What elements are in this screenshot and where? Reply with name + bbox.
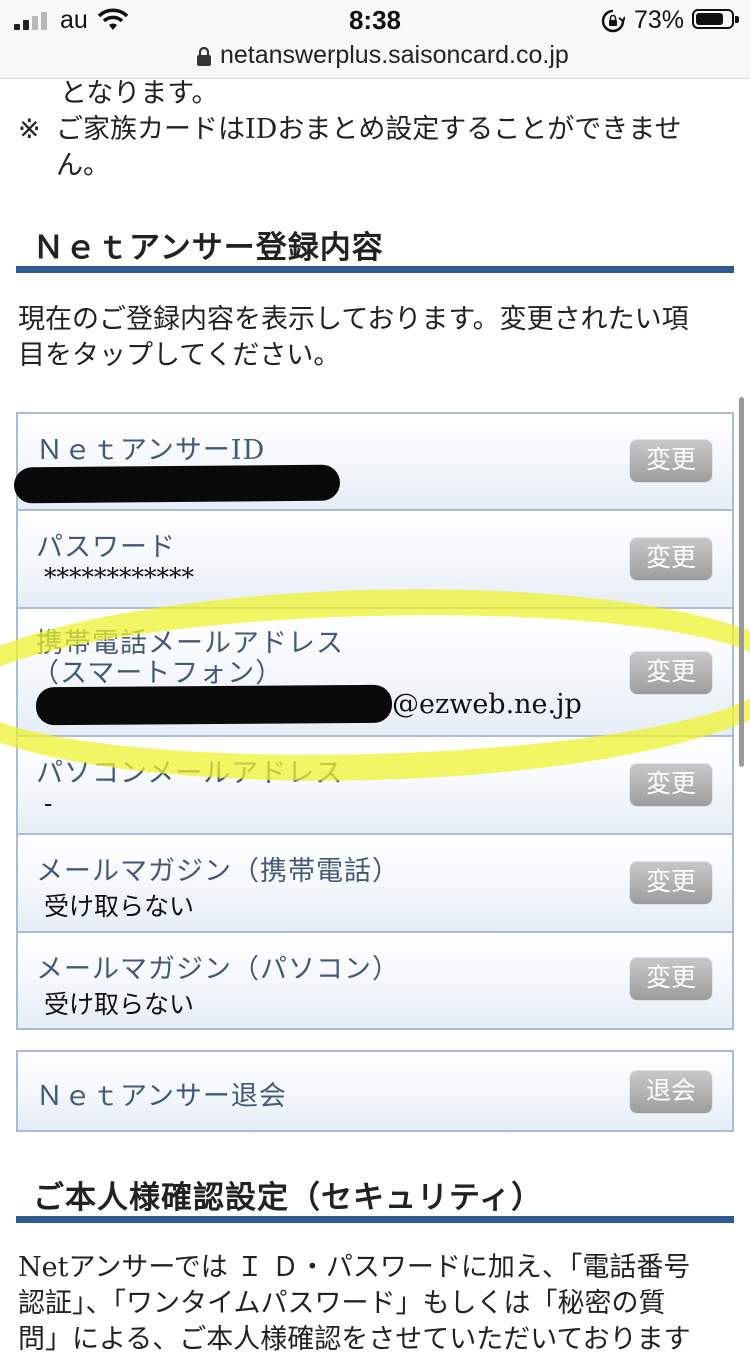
row-value: - bbox=[44, 789, 53, 818]
redacted-id bbox=[13, 464, 341, 504]
row-value: @ezweb.ne.jp bbox=[392, 689, 582, 720]
battery-percent: 73% bbox=[634, 6, 685, 34]
change-button-pc-email[interactable]: 変更 bbox=[630, 763, 712, 805]
address-bar[interactable]: netanswerplus.saisoncard.co.jp bbox=[0, 40, 750, 79]
withdraw-button[interactable]: 退会 bbox=[630, 1070, 712, 1112]
section-divider bbox=[16, 266, 734, 273]
change-button-mailmag-pc[interactable]: 変更 bbox=[630, 957, 712, 999]
row-mailmag-pc[interactable]: メールマガジン（パソコン） 受け取らない 変更 bbox=[18, 933, 732, 1028]
note-line-0: となります。 bbox=[60, 78, 219, 109]
withdraw-label: Ｎｅｔアンサー退会 bbox=[36, 1081, 287, 1112]
row-value: 受け取らない bbox=[44, 892, 195, 921]
scrollbar[interactable] bbox=[739, 397, 744, 767]
change-button-id[interactable]: 変更 bbox=[630, 439, 712, 481]
battery-icon bbox=[692, 9, 739, 29]
row-label-sub: （スマートフォン） bbox=[32, 658, 284, 689]
lock-icon bbox=[197, 46, 211, 66]
row-label: メールマガジン（携帯電話） bbox=[36, 856, 400, 887]
rotation-lock-icon bbox=[601, 9, 625, 33]
section-description-2: 目をタップしてください。 bbox=[18, 340, 341, 371]
note-mark: ※ bbox=[18, 114, 41, 145]
change-button-mobile-email[interactable]: 変更 bbox=[630, 651, 712, 693]
section-divider bbox=[16, 1216, 734, 1223]
status-bar: au 8:38 73% bbox=[0, 0, 750, 40]
security-text-2: 認証」、「ワンタイムパスワード」もしくは「秘密の質 bbox=[18, 1288, 666, 1319]
url-text: netanswerplus.saisoncard.co.jp bbox=[220, 41, 569, 69]
security-text-3: 問」による、ご本人様確認をさせていただいております bbox=[18, 1324, 691, 1355]
redacted-email bbox=[35, 684, 393, 726]
row-pc-email[interactable]: パソコンメールアドレス - 変更 bbox=[18, 737, 732, 833]
change-button-password[interactable]: 変更 bbox=[630, 537, 712, 579]
row-mailmag-mobile[interactable]: メールマガジン（携帯電話） 受け取らない 変更 bbox=[18, 835, 732, 931]
row-value: 受け取らない bbox=[44, 990, 195, 1019]
row-value: ************ bbox=[44, 563, 194, 592]
change-button-mailmag-mobile[interactable]: 変更 bbox=[630, 861, 712, 903]
row-label: メールマガジン（パソコン） bbox=[36, 954, 400, 985]
section-description-1: 現在のご登録内容を表示しております。変更されたい項 bbox=[18, 304, 689, 335]
note-line-2: ん。 bbox=[56, 150, 110, 181]
row-withdraw[interactable]: Ｎｅｔアンサー退会 退会 bbox=[18, 1052, 732, 1130]
section-title-registration: Ｎｅｔアンサー登録内容 bbox=[33, 230, 384, 266]
security-text-1: Netアンサーでは Ｉ Ｄ・パスワードに加え、「電話番号 bbox=[18, 1252, 691, 1283]
row-password[interactable]: パスワード ************ 変更 bbox=[18, 511, 732, 607]
note-line-1: ご家族カードはIDおまとめ設定することができませ bbox=[56, 114, 682, 145]
row-label: パソコンメールアドレス bbox=[36, 758, 344, 789]
row-label: ＮｅｔアンサーID bbox=[36, 435, 266, 466]
withdraw-panel: Ｎｅｔアンサー退会 退会 bbox=[16, 1050, 734, 1132]
row-label: パスワード bbox=[36, 532, 176, 563]
section-title-security: ご本人様確認設定（セキュリティ） bbox=[33, 1180, 544, 1216]
